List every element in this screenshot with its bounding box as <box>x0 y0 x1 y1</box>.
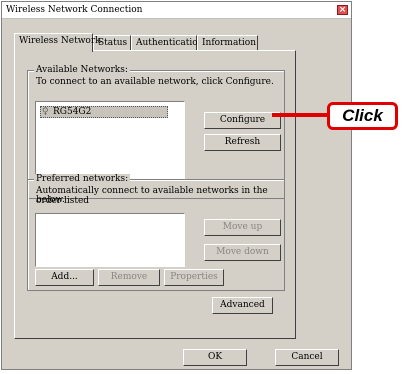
preferred-networks-group: Preferred networks: Automatically connec… <box>27 174 285 291</box>
available-networks-list[interactable]: ♀ RG54G2 <box>35 101 185 181</box>
cancel-button[interactable]: Cancel <box>275 349 339 366</box>
configure-button[interactable]: Configure <box>204 112 281 129</box>
wireless-connection-dialog: Wireless Network Connection × Wireless N… <box>1 1 352 370</box>
available-networks-title: Available Networks: <box>34 65 130 75</box>
refresh-button[interactable]: Refresh <box>204 134 281 151</box>
move-down-button[interactable]: Move down <box>204 244 281 261</box>
antenna-icon: ♀ <box>42 107 49 117</box>
network-name: RG54G2 <box>53 107 92 117</box>
callout-arrow-line <box>272 113 328 117</box>
preferred-networks-title: Preferred networks: <box>34 174 131 184</box>
tab-wireless-network[interactable]: Wireless Network <box>14 33 101 52</box>
preferred-networks-description-line1: Automatically connect to available netwo… <box>36 186 268 206</box>
ok-button[interactable]: OK <box>183 349 247 366</box>
add-button[interactable]: Add... <box>35 269 94 286</box>
move-up-button[interactable]: Move up <box>204 219 281 236</box>
preferred-networks-description-line2: below. <box>36 195 65 205</box>
window-title: Wireless Network Connection <box>6 5 143 15</box>
available-networks-description: To connect to an available network, clic… <box>36 77 274 87</box>
tab-panel: Available Networks: To connect to an ava… <box>14 50 296 339</box>
remove-button[interactable]: Remove <box>98 269 160 286</box>
close-button[interactable]: × <box>337 5 348 15</box>
properties-button[interactable]: Properties <box>164 269 224 286</box>
title-bar: Wireless Network Connection × <box>2 2 351 19</box>
advanced-button[interactable]: Advanced <box>212 297 273 314</box>
tab-authentication[interactable]: Authentication <box>131 35 203 50</box>
click-callout: Click <box>327 102 398 130</box>
tab-information[interactable]: Information <box>197 35 258 50</box>
network-item-rg54g2[interactable]: ♀ RG54G2 <box>40 106 168 118</box>
preferred-networks-list[interactable] <box>35 213 185 267</box>
